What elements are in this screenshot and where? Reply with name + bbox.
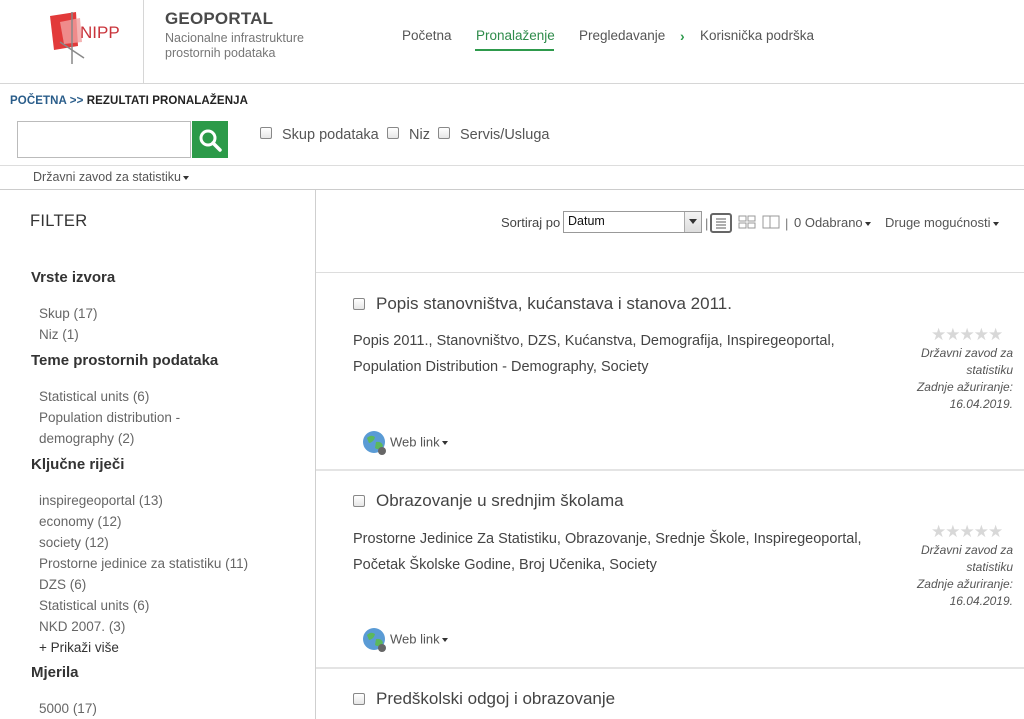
filter-group-title: Mjerila [31,664,79,681]
sort-select[interactable]: Datum [563,211,702,233]
result-checkbox[interactable] [353,693,365,705]
web-link-dropdown[interactable]: Web link [362,627,448,653]
filter-sidebar: FILTER Vrste izvora Skup (17) Niz (1) Te… [0,190,316,719]
results-toolbar: Sortiraj po Datum | | 0 Odabrano Druge m… [316,190,1024,273]
result-title[interactable]: Predškolski odgoj i obrazovanje [376,689,615,709]
filter-item-keyword[interactable]: society (12) [39,532,279,553]
organization-dropdown[interactable]: Državni zavod za statistiku [33,170,189,184]
filter-item-scale[interactable]: 5000 (17) [39,698,279,719]
nipp-logo[interactable]: NIPP [46,12,124,64]
result-checkbox[interactable] [353,495,365,507]
caret-down-icon [441,638,448,642]
result-metadata: Državni zavod za statistiku Zadnje ažuri… [916,543,1013,608]
servis-usluga-checkbox[interactable] [438,127,450,140]
filter-skup-podataka[interactable]: Skup podataka [260,127,379,143]
filter-item-keyword[interactable]: DZS (6) [39,574,279,595]
compact-view-icon [762,215,780,229]
filter-title: FILTER [30,212,88,230]
result-title[interactable]: Obrazovanje u srednjim školama [376,491,624,511]
site-title: GEOPORTAL [165,9,274,28]
more-options-dropdown[interactable]: Druge mogućnosti [885,215,999,230]
toolbar-divider: | [705,216,709,231]
filter-group-title: Teme prostornih podataka [31,352,219,369]
globe-icon [363,431,386,455]
compact-view-button[interactable] [761,213,783,233]
caret-down-icon [182,175,189,180]
web-link-dropdown[interactable]: Web link [362,430,448,456]
rating-stars[interactable]: ★★★★★ [931,522,1003,542]
filter-item-keyword[interactable]: Statistical units (6) [39,595,279,616]
organization-row: Državni zavod za statistiku [0,165,1024,190]
filter-servis-usluga[interactable]: Servis/Usluga [438,127,549,143]
filter-group-title: Vrste izvora [31,269,116,286]
filter-item-niz[interactable]: Niz (1) [39,324,279,345]
nav-pregledavanje[interactable]: Pregledavanje [579,28,665,43]
grid-view-button[interactable] [737,213,759,233]
filter-group-title: Ključne riječi [31,456,125,473]
result-checkbox[interactable] [353,298,365,310]
caret-down-icon [992,221,999,226]
filter-item-keyword[interactable]: economy (12) [39,511,279,532]
breadcrumb-home-link[interactable]: POČETNA [10,95,67,107]
skup-podataka-checkbox[interactable] [260,127,272,140]
site-subtitle: Nacionalne infrastrukture prostornih pod… [165,31,304,60]
nav-pocetna[interactable]: Početna [402,28,452,43]
site-header: NIPP GEOPORTAL Nacionalne infrastrukture… [0,0,1024,84]
filter-item-population-distribution[interactable]: Population distribution - demography (2) [39,407,239,449]
filter-item-skup[interactable]: Skup (17) [39,303,279,324]
svg-text:NIPP: NIPP [80,23,120,42]
filter-item-keyword[interactable]: NKD 2007. (3) [39,616,279,637]
breadcrumb-separator: >> [69,95,84,107]
globe-icon [363,628,386,652]
grid-view-icon [738,215,756,229]
result-item: Popis stanovništva, kućanstava i stanova… [316,274,1024,471]
breadcrumb: POČETNA >> REZULTATI PRONALAŽENJA [10,95,248,107]
nav-pronalazenje[interactable]: Pronalaženje [476,28,555,43]
breadcrumb-current: REZULTATI PRONALAŽENJA [86,95,249,107]
search-input[interactable] [17,121,191,158]
selected-count-dropdown[interactable]: 0 Odabrano [794,215,871,230]
caret-down-icon [441,441,448,445]
filter-item-keyword[interactable]: Prostorne jedinice za statistiku (11) [39,553,299,574]
filter-item-statistical-units[interactable]: Statistical units (6) [39,386,279,407]
search-button[interactable] [192,121,228,158]
filter-item-keyword[interactable]: inspiregeoportal (13) [39,490,279,511]
sort-label: Sortiraj po [501,215,561,230]
result-item: Obrazovanje u srednjim školama Prostorne… [316,471,1024,669]
chevron-down-icon [684,212,701,232]
result-keywords: Prostorne Jedinice Za Statistiku, Obrazo… [353,531,862,573]
nav-active-indicator [475,49,554,51]
result-title[interactable]: Popis stanovništva, kućanstava i stanova… [376,294,732,314]
rating-stars[interactable]: ★★★★★ [931,325,1003,345]
result-item: Predškolski odgoj i obrazovanje [316,669,1024,719]
nav-korisnicka-podrska[interactable]: Korisnička podrška [700,28,814,43]
show-more-link[interactable]: + Prikaži više [39,637,279,658]
result-keywords: Popis 2011., Stanovništvo, DZS, Kućanstv… [353,333,835,375]
filter-niz[interactable]: Niz [387,127,430,143]
caret-down-icon [864,221,871,226]
niz-checkbox[interactable] [387,127,399,140]
result-metadata: Državni zavod za statistiku Zadnje ažuri… [916,346,1013,411]
list-view-icon [716,218,726,229]
search-icon [199,129,222,152]
chevron-right-icon: › [680,28,685,44]
header-divider [143,0,144,84]
list-view-button[interactable] [710,213,732,233]
toolbar-divider: | [785,216,789,231]
